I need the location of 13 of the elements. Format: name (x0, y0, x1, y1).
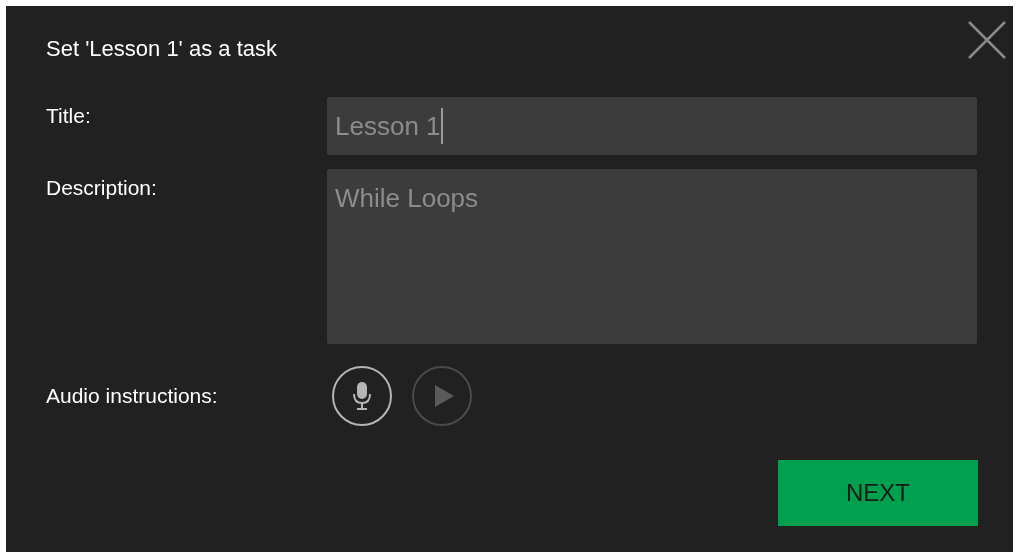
dialog-title: Set 'Lesson 1' as a task (46, 36, 278, 62)
next-button[interactable]: NEXT (778, 460, 978, 526)
record-button[interactable] (332, 366, 392, 426)
close-icon (967, 20, 1007, 60)
field-label: Description: (46, 175, 158, 201)
play-icon (433, 384, 455, 408)
field-label: Title: (46, 103, 92, 129)
description-field[interactable]: While Loops (327, 169, 977, 344)
field-value: Lesson 1 (335, 111, 441, 141)
title-field[interactable]: Lesson 1 (327, 97, 977, 155)
text-cursor (440, 108, 443, 144)
audio-label: Audio instructions: (46, 383, 219, 410)
microphone-icon (352, 381, 372, 411)
